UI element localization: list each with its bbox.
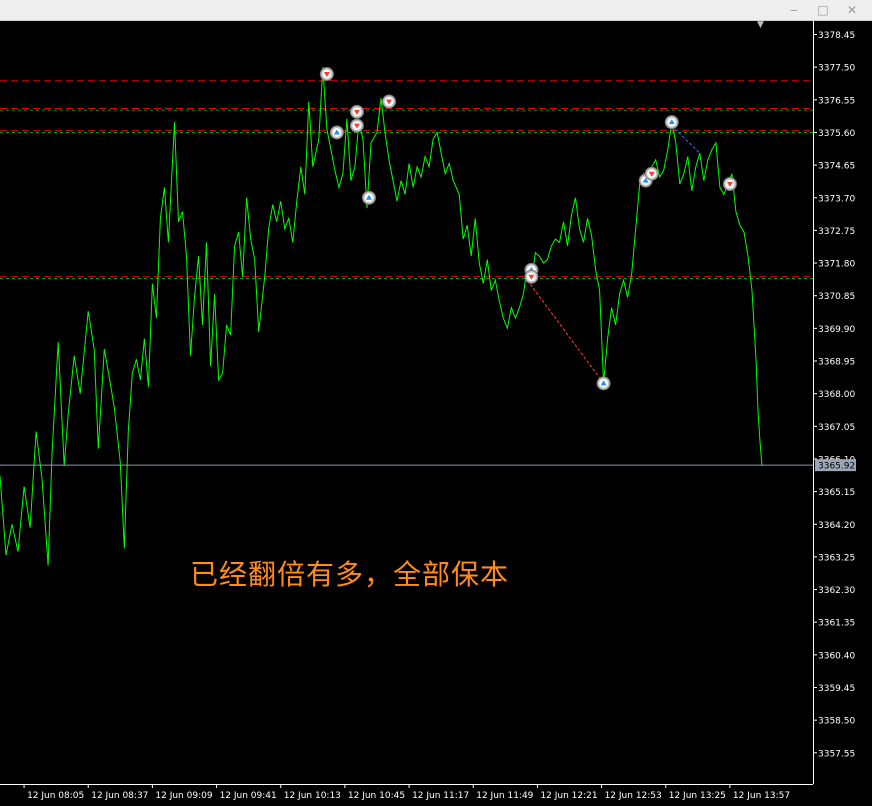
y-tick-label: 3358.50 xyxy=(818,717,855,727)
y-tick-label: 3360.40 xyxy=(818,651,855,661)
chart-axes: 3378.45 3377.50 3376.55 3375.60 3374.65 3373.… xyxy=(0,21,855,801)
y-tick-label: 3370.85 xyxy=(818,292,855,302)
buy-marker-icon[interactable] xyxy=(361,190,376,205)
chart-shift-icon[interactable]: ▼ xyxy=(757,20,764,30)
sell-marker-icon[interactable] xyxy=(524,269,539,284)
y-tick-label: 3364.20 xyxy=(818,521,855,531)
sell-marker-icon[interactable] xyxy=(349,104,364,119)
buy-marker-icon[interactable] xyxy=(596,376,611,391)
y-tick-label: 3359.45 xyxy=(818,684,855,694)
y-tick-label: 3371.80 xyxy=(818,260,855,270)
current-price-label: 3365.92 xyxy=(818,462,855,472)
y-tick-label: 3378.45 xyxy=(818,31,855,41)
x-tick-label: 12 Jun 09:09 xyxy=(155,791,212,801)
y-tick-label: 3362.30 xyxy=(818,586,855,596)
x-tick-label: 12 Jun 12:21 xyxy=(540,791,597,801)
y-tick-label: 3372.75 xyxy=(818,227,855,237)
y-tick-label: 3376.55 xyxy=(818,96,855,106)
sell-marker-icon[interactable] xyxy=(319,67,334,82)
y-tick-label: 3368.95 xyxy=(818,358,855,368)
y-tick-label: 3363.25 xyxy=(818,553,855,563)
y-tick-label: 3377.50 xyxy=(818,64,855,74)
annotation-text: 已经翻倍有多，全部保本 xyxy=(190,558,510,591)
y-tick-label: 3361.35 xyxy=(818,619,855,629)
sell-marker-icon[interactable] xyxy=(722,177,737,192)
y-tick-label: 3369.90 xyxy=(818,325,855,335)
price-series xyxy=(0,67,763,566)
x-tick-label: 12 Jun 13:57 xyxy=(733,791,790,801)
y-tick-label: 3365.15 xyxy=(818,488,855,498)
x-tick-label: 12 Jun 08:05 xyxy=(27,791,84,801)
x-tick-label: 12 Jun 10:45 xyxy=(348,791,405,801)
y-tick-label: 3373.70 xyxy=(818,194,855,204)
y-tick-label: 3357.55 xyxy=(818,749,855,759)
trade-link-line xyxy=(526,279,604,384)
y-tick-label: 3367.05 xyxy=(818,423,855,433)
y-tick-label: 3368.00 xyxy=(818,390,855,400)
y-tick-label: 3375.60 xyxy=(818,129,855,139)
price-line xyxy=(0,67,763,566)
price-chart[interactable]: 3378.45 3377.50 3376.55 3375.60 3374.65 3373.… xyxy=(0,0,872,806)
buy-marker-icon[interactable] xyxy=(329,125,344,140)
x-tick-label: 12 Jun 11:17 xyxy=(412,791,469,801)
x-tick-label: 12 Jun 09:41 xyxy=(220,791,277,801)
sell-marker-icon[interactable] xyxy=(382,94,397,109)
x-tick-label: 12 Jun 10:13 xyxy=(284,791,341,801)
current-price: 3365.92 xyxy=(0,459,856,472)
buy-marker-icon[interactable] xyxy=(664,115,679,130)
trade-lines xyxy=(526,121,701,384)
sell-marker-icon[interactable] xyxy=(644,166,659,181)
x-tick-label: 12 Jun 12:53 xyxy=(605,791,662,801)
x-tick-label: 12 Jun 13:25 xyxy=(669,791,726,801)
y-tick-label: 3374.65 xyxy=(818,162,855,172)
sell-marker-icon[interactable] xyxy=(349,118,364,133)
x-tick-label: 12 Jun 08:37 xyxy=(91,791,148,801)
x-tick-label: 12 Jun 11:49 xyxy=(476,791,533,801)
